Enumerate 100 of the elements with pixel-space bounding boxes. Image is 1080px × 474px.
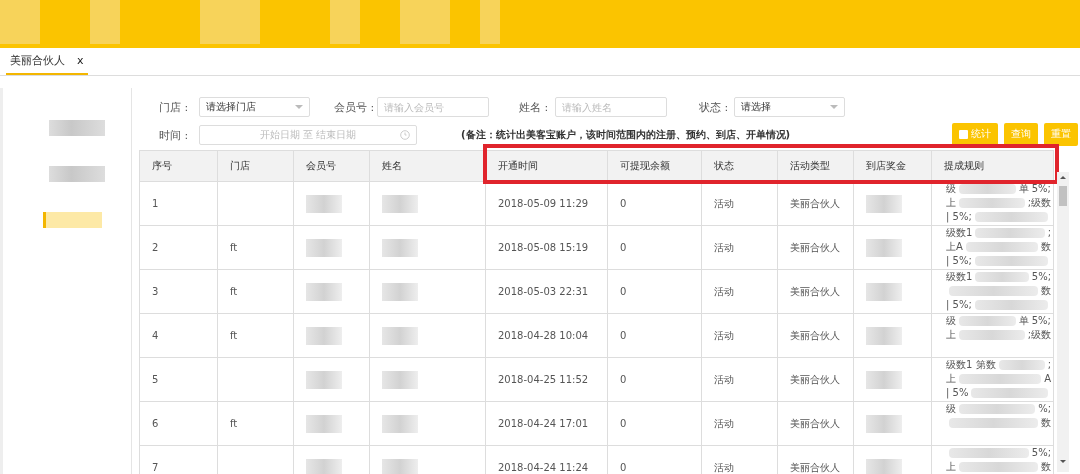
rule-text: 数: [1041, 240, 1051, 254]
redacted-block: [959, 184, 1016, 194]
redacted-block: [200, 0, 260, 44]
redacted-block: [382, 194, 418, 213]
redacted-block: [866, 458, 902, 474]
redacted-block: [959, 198, 1025, 208]
table-cell: 5: [139, 357, 218, 402]
table-cell: 活动: [701, 357, 778, 402]
column-header: 活动类型: [777, 150, 854, 182]
redacted-block: [306, 458, 342, 474]
field-label: 状态 :: [699, 99, 730, 115]
rule-text: A: [1044, 372, 1051, 386]
redacted-block: [866, 414, 902, 433]
rule-text: 级: [946, 314, 956, 328]
checkbox-icon: [959, 129, 968, 139]
rule-text: ;: [1047, 226, 1051, 240]
rule-text: 数: [1041, 416, 1051, 430]
field-label: 时间 :: [159, 127, 190, 143]
redacted-block: [866, 238, 902, 257]
redacted-block: [306, 414, 342, 433]
table-cell: 2: [139, 225, 218, 270]
redacted-block: [959, 316, 1016, 326]
field-label: 会员号 :: [334, 99, 376, 115]
table-cell: 活动: [701, 269, 778, 314]
redacted-block: [382, 458, 418, 474]
column-header: 提成规则: [931, 150, 1054, 182]
rule-text: 级: [946, 402, 956, 416]
redacted-block: [866, 370, 902, 389]
select-field[interactable]: 请选择门店: [199, 97, 310, 117]
table-cell: 0: [607, 225, 702, 270]
table-cell: 1: [139, 181, 218, 226]
rule-text: 单 5%;: [1018, 314, 1051, 328]
table-cell: 2018-05-09 11:29: [485, 181, 608, 226]
redacted-block: [306, 238, 342, 257]
table-cell: 2018-05-03 22:31: [485, 269, 608, 314]
redacted-block: [400, 0, 450, 44]
table-cell: 3: [139, 269, 218, 314]
column-header: 开通时间: [485, 150, 608, 182]
table-cell: ft: [217, 225, 294, 270]
table-cell: 0: [607, 401, 702, 446]
select-field[interactable]: 请选择: [734, 97, 845, 117]
table-cell: 活动: [701, 313, 778, 358]
table-cell: 6: [139, 401, 218, 446]
redacted-block: [975, 228, 1045, 238]
sidebar-item[interactable]: [43, 212, 102, 228]
rule-text: 数: [1041, 284, 1051, 298]
field-label: 门店 :: [159, 99, 190, 115]
redacted-block: [866, 194, 902, 213]
note-text: (备注：统计出美客宝账户，该时间范围内的注册、预约、到店、开单情况): [461, 128, 791, 142]
rule-text: | 5%: [946, 386, 969, 400]
redacted-block: [959, 330, 1025, 340]
rule-text: | 5%;: [946, 298, 972, 312]
redacted-block: [382, 282, 418, 301]
scrollbar[interactable]: [1057, 172, 1069, 472]
table-cell: 美丽合伙人: [777, 313, 854, 358]
column-header: 会员号: [293, 150, 370, 182]
table-cell: 美丽合伙人: [777, 225, 854, 270]
rule-text: 上: [946, 460, 956, 474]
redacted-block: [306, 194, 342, 213]
input-field[interactable]: 请输入会员号: [377, 97, 489, 117]
sidebar-item[interactable]: [49, 166, 105, 182]
table-cell: 7: [139, 445, 218, 474]
rule-text: ;级数: [1027, 196, 1051, 210]
column-header: 状态: [701, 150, 778, 182]
redacted-block: [382, 238, 418, 257]
rule-text: 上A: [946, 240, 963, 254]
column-header: 可提现余额: [607, 150, 702, 182]
table-cell: 0: [607, 357, 702, 402]
rule-text: 上: [946, 196, 956, 210]
redacted-block: [382, 370, 418, 389]
column-header: 到店奖金: [853, 150, 932, 182]
clock-icon: [400, 130, 410, 140]
close-tab-icon[interactable]: x: [77, 54, 84, 67]
rule-text: 5%;: [1031, 446, 1051, 460]
table-cell: 活动: [701, 181, 778, 226]
table-cell: 2018-04-28 10:04: [485, 313, 608, 358]
table-cell: 美丽合伙人: [777, 269, 854, 314]
rule-text: 级: [946, 182, 956, 196]
table-cell: 0: [607, 181, 702, 226]
redacted-block: [330, 0, 360, 44]
table-cell: 美丽合伙人: [777, 181, 854, 226]
input-field[interactable]: 请输入姓名: [555, 97, 667, 117]
redacted-block: [866, 282, 902, 301]
table-cell: 4: [139, 313, 218, 358]
tab[interactable]: 美丽合伙人 x: [6, 48, 88, 75]
redacted-block: [306, 370, 342, 389]
rule-text: %;: [1038, 402, 1051, 416]
rule-text: 上: [946, 372, 956, 386]
table-cell: 2018-04-25 11:52: [485, 357, 608, 402]
rule-text: | 5%;: [946, 254, 972, 268]
field-label: 姓名 :: [519, 99, 550, 115]
sidebar-item[interactable]: [49, 120, 105, 136]
redacted-block: [382, 414, 418, 433]
table-cell: 美丽合伙人: [777, 401, 854, 446]
rule-text: 上: [946, 328, 956, 342]
redacted-block: [480, 0, 500, 44]
table-cell: ft: [217, 269, 294, 314]
redacted-block: [975, 272, 1029, 282]
table-cell: 2018-05-08 15:19: [485, 225, 608, 270]
redacted-block: [998, 360, 1045, 370]
